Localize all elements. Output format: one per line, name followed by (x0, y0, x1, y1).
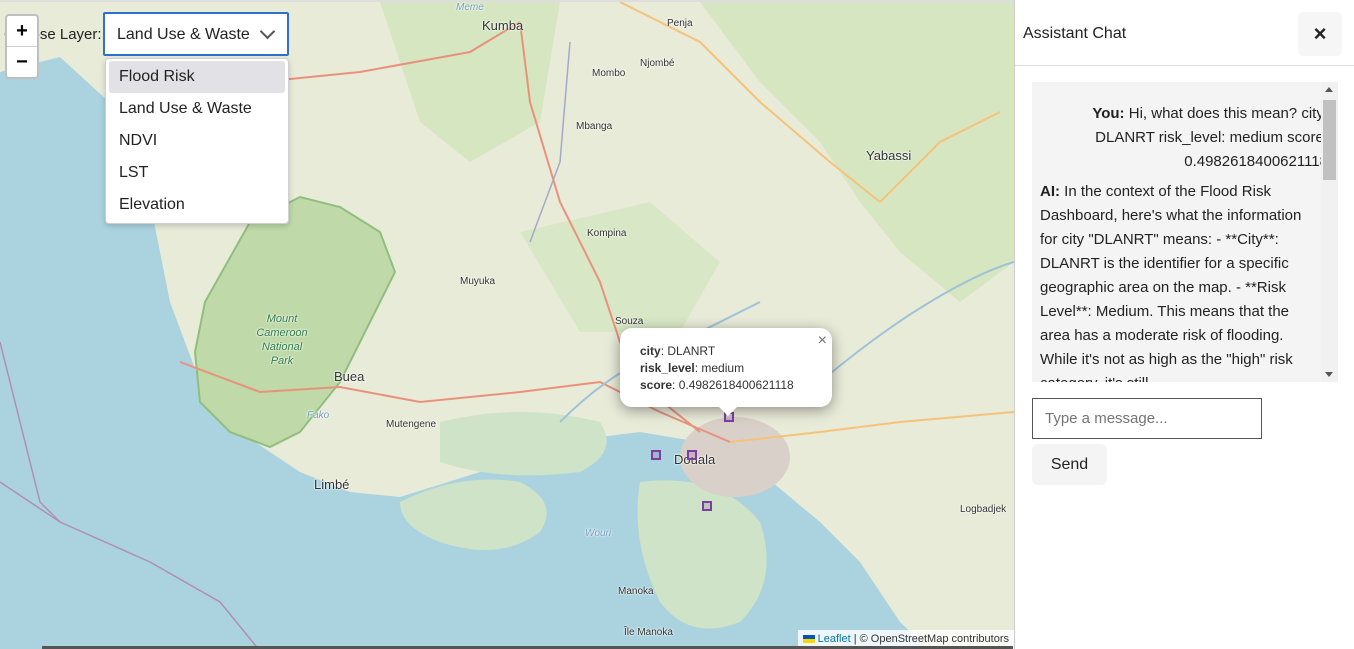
ai-message: AI: In the context of the Flood Risk Das… (1040, 180, 1312, 382)
place-label: Wouri (585, 528, 612, 539)
chat-title: Assistant Chat (1023, 25, 1127, 42)
park-label: Mount Cameroon National Park (256, 313, 308, 367)
data-marker[interactable] (651, 450, 661, 460)
place-label: Meme (456, 2, 484, 13)
place-label: Kompina (587, 228, 627, 239)
chat-header: Assistant Chat × (1015, 0, 1354, 66)
popup-close-icon[interactable]: × (818, 332, 827, 350)
popup-value: : 0.4982618400621118 (672, 378, 794, 392)
ai-prefix: AI: (1040, 183, 1060, 200)
map-popup: × city: DLANRT risk_level: medium score:… (620, 328, 832, 416)
scroll-down-icon[interactable] (1325, 372, 1333, 377)
place-label: Souza (615, 316, 644, 327)
popup-tip (718, 406, 738, 416)
popup-content: city: DLANRT risk_level: medium score: 0… (640, 343, 794, 394)
place-label: Kumba (482, 18, 524, 33)
layer-option-lst[interactable]: LST (109, 157, 285, 189)
popup-value: : DLANRT (660, 344, 716, 358)
place-label: Fako (307, 410, 330, 421)
place-label: Muyuka (460, 276, 496, 287)
layer-option-flood-risk[interactable]: Flood Risk (109, 61, 285, 93)
place-label: Buea (334, 369, 365, 384)
place-label: Mutengene (386, 419, 437, 430)
zoom-out-button[interactable]: − (7, 47, 37, 77)
user-prefix: You: (1092, 105, 1125, 122)
chat-scrollbar[interactable] (1321, 82, 1338, 382)
chat-messages[interactable]: You: Hi, what does this mean? city: DLAN… (1032, 82, 1338, 382)
chat-close-button[interactable]: × (1298, 12, 1342, 56)
place-label: Yabassi (866, 148, 912, 163)
scroll-up-icon[interactable] (1325, 87, 1333, 92)
popup-key: risk_level (640, 361, 695, 375)
layer-select-value: Land Use & Waste (117, 26, 250, 43)
send-button[interactable]: Send (1032, 444, 1107, 485)
message-input[interactable]: Type a message... (1032, 398, 1262, 439)
data-marker[interactable] (702, 501, 712, 511)
popup-key: score (640, 378, 673, 392)
osm-attribution: | © OpenStreetMap contributors (850, 633, 1009, 645)
user-message: You: Hi, what does this mean? city: DLAN… (1078, 102, 1328, 174)
data-marker[interactable] (687, 450, 697, 460)
place-label: Njombé (640, 58, 675, 69)
chat-panel: Assistant Chat × You: Hi, what does this… (1014, 0, 1354, 649)
place-label: Penja (667, 18, 693, 29)
layer-option-land-use[interactable]: Land Use & Waste (109, 93, 285, 125)
place-label: Logbadjek (960, 504, 1007, 515)
user-message-text: Hi, what does this mean? city: DLANRT ri… (1095, 105, 1328, 170)
layer-select[interactable]: Land Use & Waste (103, 12, 289, 56)
layer-dropdown: Flood Risk Land Use & Waste NDVI LST Ele… (105, 58, 289, 224)
layer-option-elevation[interactable]: Elevation (109, 189, 285, 221)
place-label: Mombo (592, 68, 626, 79)
chevron-down-icon (259, 23, 276, 40)
popup-value: : medium (694, 361, 745, 375)
ukraine-flag-icon (802, 635, 815, 644)
ai-message-text: In the context of the Flood Risk Dashboa… (1040, 183, 1302, 382)
zoom-control: + − (5, 14, 39, 79)
popup-key: city (640, 344, 661, 358)
place-label: Mbanga (576, 121, 613, 132)
place-label: Limbé (314, 477, 350, 492)
map-view[interactable]: Kumba Meme Penja Mombo Njombé Mbanga Yab… (0, 0, 1014, 649)
layer-option-ndvi[interactable]: NDVI (109, 125, 285, 157)
place-label: Île Manoka (624, 627, 673, 638)
place-label: Manoka (618, 586, 654, 597)
leaflet-link[interactable]: Leaflet (818, 633, 851, 645)
scroll-thumb[interactable] (1323, 100, 1336, 180)
zoom-in-button[interactable]: + (7, 16, 37, 47)
